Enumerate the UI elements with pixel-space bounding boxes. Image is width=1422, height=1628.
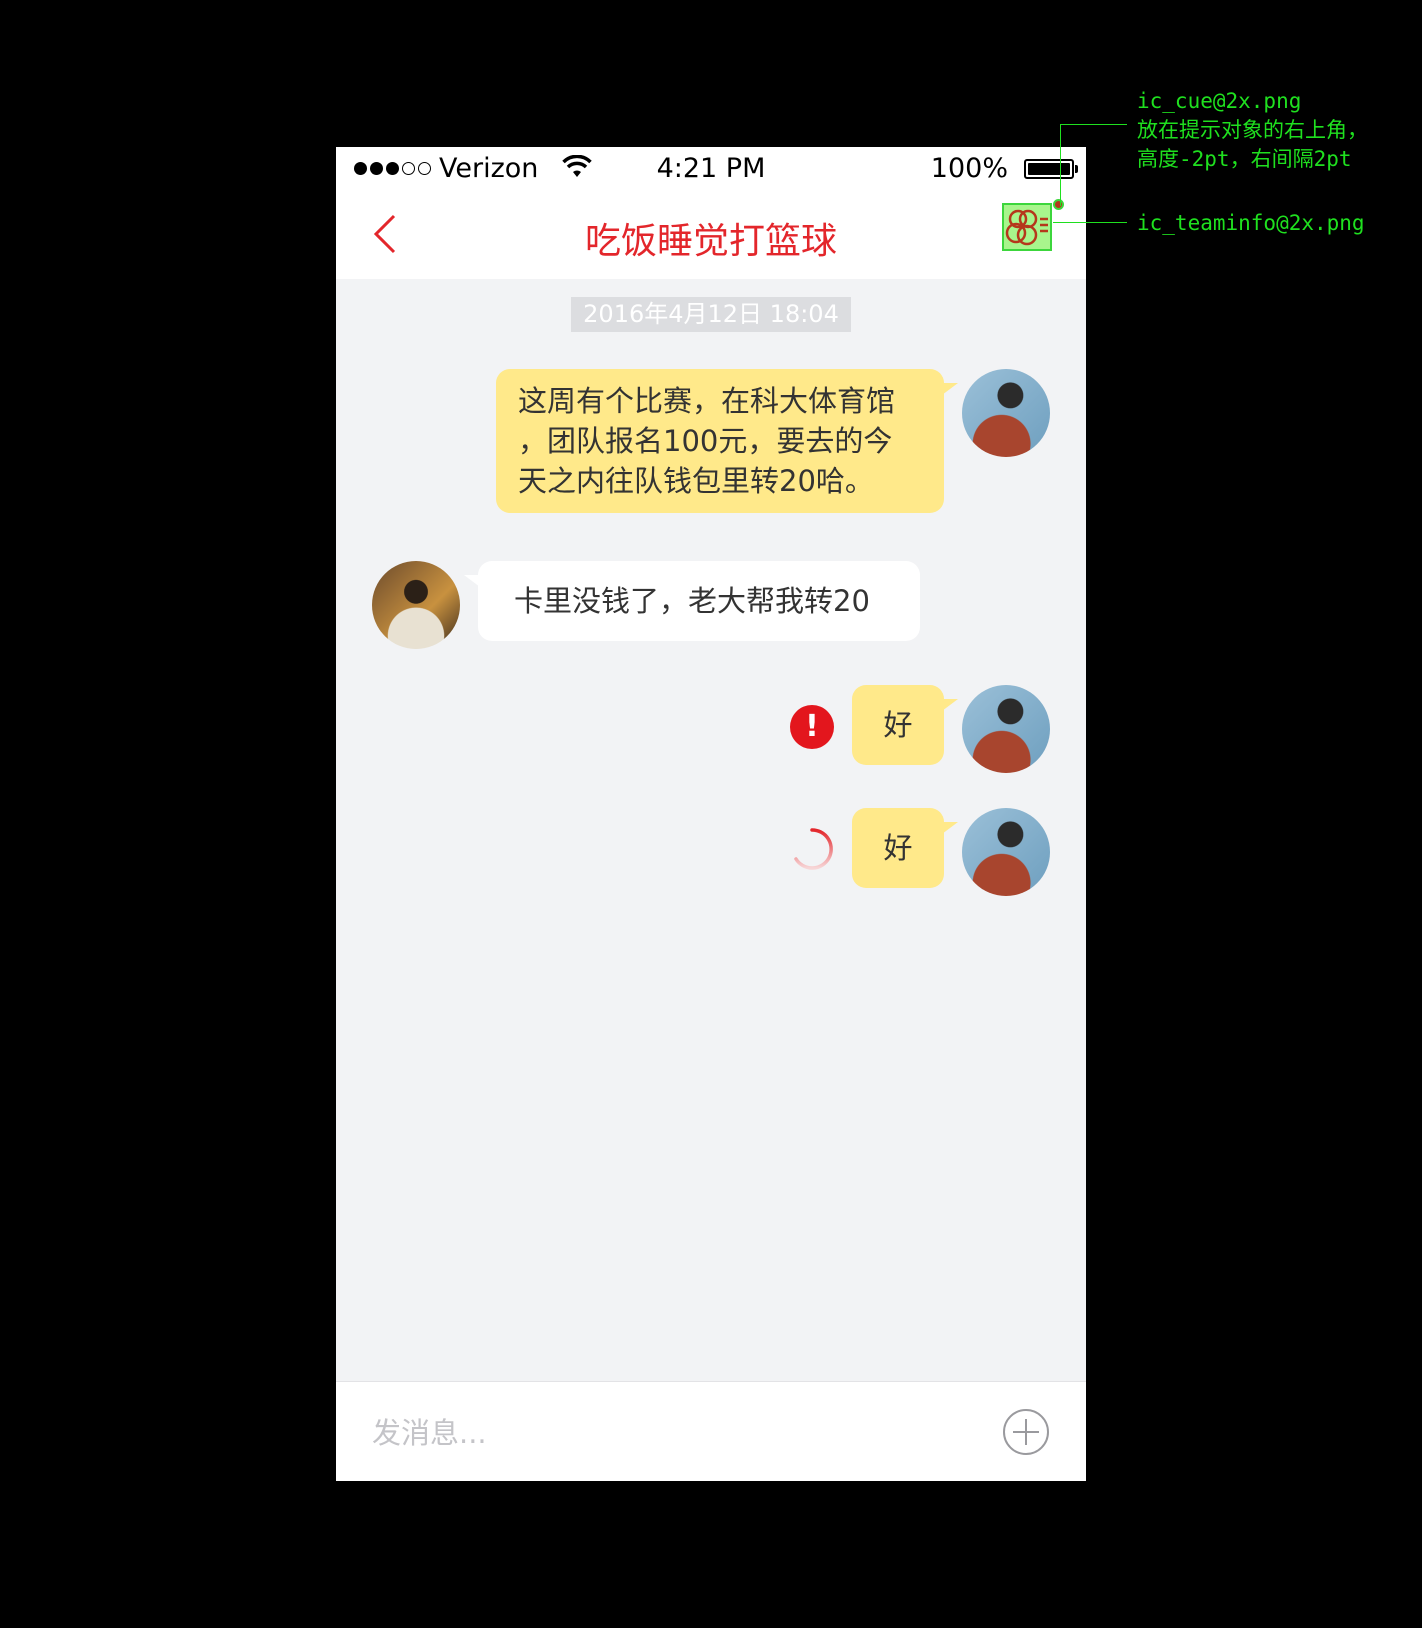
team-info-icon (1005, 209, 1048, 246)
message-bubble-other[interactable]: 卡里没钱了，老大帮我转20 (464, 561, 920, 641)
message-input[interactable] (370, 1408, 974, 1458)
message-line: ，团队报名100元，要去的今 (518, 424, 893, 458)
annotation-cue: ic_cue@2x.png 放在提示对象的右上角， 高度-2pt，右间隔2pt (1137, 87, 1368, 174)
annotation-line: 高度-2pt，右间隔2pt (1137, 147, 1352, 171)
annotation-line: ic_cue@2x.png (1137, 89, 1302, 113)
avatar-other[interactable] (372, 561, 460, 649)
battery-icon (1024, 159, 1078, 179)
cue-dot-icon (1053, 199, 1064, 210)
annotation-connector (1060, 124, 1061, 206)
chat-title: 吃饭睡觉打篮球 (584, 221, 837, 262)
team-info-button[interactable] (1002, 203, 1052, 251)
annotation-connector (1053, 222, 1127, 223)
sending-spinner-icon (794, 828, 833, 870)
avatar-self[interactable] (962, 685, 1050, 773)
annotation-teaminfo: ic_teaminfo@2x.png (1137, 211, 1365, 235)
message-line: 天之内往队钱包里转20哈。 (518, 464, 874, 498)
nav-bar: 吃饭睡觉打篮球 (336, 192, 1086, 279)
send-failed-icon[interactable]: ! (790, 705, 834, 749)
avatar-self[interactable] (962, 369, 1050, 457)
status-bar: Verizon 4:21 PM 100% (336, 147, 1086, 192)
message-bubble-self[interactable]: 好 (852, 808, 958, 888)
input-bar (336, 1381, 1086, 1481)
annotation-connector (1060, 124, 1127, 125)
battery-percent: 100% (930, 153, 1008, 184)
message-line: 这周有个比赛，在科大体育馆 (518, 384, 896, 418)
plus-circle-icon[interactable] (1002, 1408, 1050, 1456)
annotation-line: 放在提示对象的右上角， (1137, 118, 1368, 142)
message-timestamp: 2016年4月12日 18:04 (571, 297, 851, 332)
message-bubble-self[interactable]: 这周有个比赛，在科大体育馆 ，团队报名100元，要去的今 天之内往队钱包里转20… (496, 369, 958, 513)
message-bubble-self[interactable]: 好 (852, 685, 958, 765)
phone-screen: Verizon 4:21 PM 100% 吃饭睡觉打篮球 2016年4月12日 … (336, 147, 1086, 1481)
avatar-self[interactable] (962, 808, 1050, 896)
